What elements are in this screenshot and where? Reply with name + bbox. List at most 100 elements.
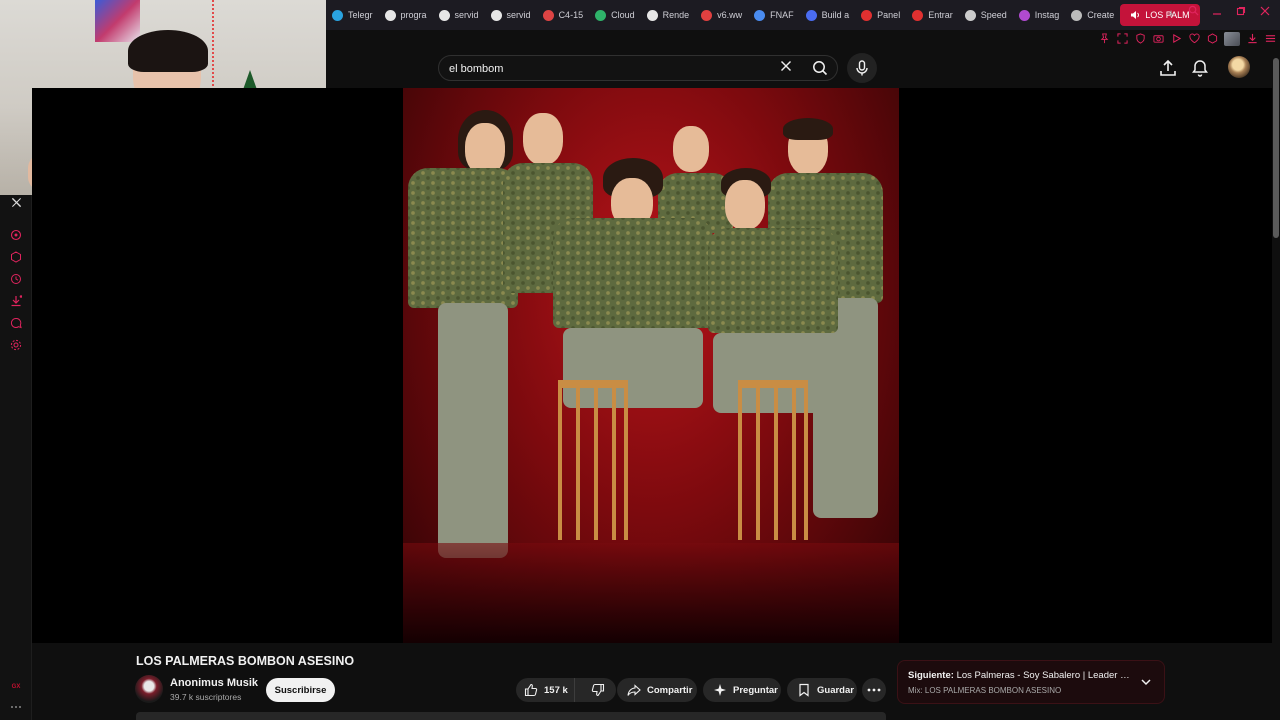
tab-label: Create bbox=[1087, 10, 1115, 20]
up-next-prefix: Siguiente: bbox=[908, 670, 954, 681]
tab-label: C4-15 bbox=[558, 10, 584, 20]
browser-tab[interactable]: progra bbox=[379, 4, 433, 26]
clear-search-icon[interactable] bbox=[777, 59, 795, 77]
heart-icon[interactable] bbox=[1188, 33, 1200, 45]
save-label: Guardar bbox=[817, 684, 854, 696]
menu-icon[interactable] bbox=[1264, 33, 1276, 45]
browser-tab[interactable]: C4-15 bbox=[537, 4, 590, 26]
downloads-icon[interactable] bbox=[9, 295, 23, 309]
browser-tab[interactable]: servid bbox=[485, 4, 537, 26]
user-avatar[interactable] bbox=[1228, 56, 1250, 78]
subscribe-button[interactable]: Suscribirse bbox=[266, 678, 335, 702]
search-tabs-icon[interactable] bbox=[1186, 4, 1200, 22]
screenshot-icon[interactable] bbox=[1116, 33, 1128, 45]
browser-toolbar bbox=[326, 30, 1280, 48]
tab-label: servid bbox=[506, 10, 531, 20]
member-face bbox=[725, 180, 765, 230]
bar-stool bbox=[738, 380, 808, 540]
subscriber-count: 39.7 k suscriptores bbox=[170, 692, 242, 702]
play-icon[interactable] bbox=[1170, 33, 1182, 45]
channel-avatar[interactable] bbox=[135, 675, 163, 703]
new-tab-button[interactable]: + bbox=[1164, 5, 1178, 23]
like-dislike-group: 157 k bbox=[516, 678, 616, 702]
up-next-mix: Mix: LOS PALMERAS BOMBON ASESINO bbox=[908, 686, 1062, 695]
download-icon[interactable] bbox=[1246, 33, 1258, 45]
more-options-icon[interactable] bbox=[9, 700, 23, 714]
tab-favicon-icon bbox=[438, 9, 450, 21]
cube-icon[interactable] bbox=[9, 251, 23, 265]
create-upload-icon[interactable] bbox=[1158, 58, 1178, 78]
scrollbar-thumb[interactable] bbox=[1273, 58, 1279, 238]
settings-gear-icon[interactable] bbox=[9, 339, 23, 353]
browser-tab[interactable]: FNAF bbox=[748, 4, 800, 26]
description-box[interactable] bbox=[136, 712, 886, 720]
tab-label: FNAF bbox=[770, 10, 794, 20]
browser-tab[interactable]: Cloud bbox=[589, 4, 641, 26]
browser-tab[interactable]: Instag bbox=[1013, 4, 1066, 26]
tab-favicon-icon bbox=[595, 9, 607, 21]
ask-button[interactable]: Preguntar bbox=[703, 678, 781, 702]
browser-tab[interactable]: Create bbox=[1065, 4, 1120, 26]
channel-name[interactable]: Anonimus Musik bbox=[170, 677, 258, 689]
player-icon[interactable] bbox=[9, 229, 23, 243]
like-count: 157 k bbox=[544, 684, 568, 696]
video-frame[interactable] bbox=[403, 88, 899, 643]
browser-tab[interactable]: Rende bbox=[641, 4, 696, 26]
tab-label: Build a bbox=[821, 10, 850, 20]
like-button[interactable]: 157 k bbox=[516, 678, 575, 702]
browser-tab[interactable]: Build a bbox=[800, 4, 856, 26]
search-input[interactable] bbox=[449, 60, 769, 77]
tab-favicon-icon bbox=[701, 9, 713, 21]
tab-label: Entrar bbox=[928, 10, 953, 20]
save-button[interactable]: Guardar bbox=[787, 678, 857, 702]
microphone-icon bbox=[856, 60, 868, 76]
more-actions-button[interactable] bbox=[862, 678, 886, 702]
search-button[interactable] bbox=[805, 57, 835, 79]
dislike-button[interactable] bbox=[581, 678, 617, 702]
ask-label: Preguntar bbox=[733, 684, 778, 696]
window-controls bbox=[1186, 4, 1272, 22]
bar-stool bbox=[558, 380, 628, 540]
floor-reflection bbox=[403, 543, 899, 643]
speaker-icon bbox=[1131, 11, 1140, 19]
tab-favicon-icon bbox=[754, 9, 766, 21]
tab-label: Speed bbox=[980, 10, 1007, 20]
shield-icon[interactable] bbox=[1134, 33, 1146, 45]
share-arrow-icon bbox=[627, 684, 641, 696]
extension-icons bbox=[1098, 30, 1276, 48]
page-scrollbar[interactable] bbox=[1272, 48, 1280, 720]
tab-label: Panel bbox=[877, 10, 901, 20]
restore-button[interactable] bbox=[1234, 4, 1248, 22]
tab-favicon-icon bbox=[384, 9, 396, 21]
browser-tab[interactable]: Telegr bbox=[326, 4, 379, 26]
tab-favicon-icon bbox=[805, 9, 817, 21]
gx-logo[interactable]: GX bbox=[9, 680, 23, 694]
browser-tab[interactable]: Entrar bbox=[906, 4, 959, 26]
close-window-button[interactable] bbox=[1258, 4, 1272, 22]
chevron-down-icon[interactable] bbox=[1138, 674, 1154, 690]
twitter-x-icon[interactable] bbox=[9, 197, 23, 211]
share-button[interactable]: Compartir bbox=[617, 678, 697, 702]
notifications-bell-icon[interactable] bbox=[1190, 58, 1210, 78]
browser-tab[interactable]: Panel bbox=[855, 4, 906, 26]
voice-search-button[interactable] bbox=[847, 53, 877, 83]
wall-poster bbox=[95, 0, 140, 42]
extensions-cube-icon[interactable] bbox=[1206, 33, 1218, 45]
chat-icon[interactable] bbox=[9, 317, 23, 331]
history-icon[interactable] bbox=[9, 273, 23, 287]
tab-label: v6.ww bbox=[717, 10, 743, 20]
tab-label: Telegr bbox=[348, 10, 373, 20]
tab-label: servid bbox=[454, 10, 479, 20]
camera-icon[interactable] bbox=[1152, 33, 1164, 45]
browser-tab[interactable]: Speed bbox=[959, 4, 1013, 26]
minimize-button[interactable] bbox=[1210, 4, 1224, 22]
share-label: Compartir bbox=[647, 684, 693, 696]
up-next-card[interactable]: Siguiente: Los Palmeras - Soy Sabalero |… bbox=[897, 660, 1165, 704]
streamer-hair bbox=[128, 30, 208, 72]
profile-thumbnail-icon[interactable] bbox=[1224, 32, 1240, 46]
browser-tab[interactable]: servid bbox=[433, 4, 485, 26]
thumbs-down-icon bbox=[592, 683, 605, 697]
member-face bbox=[523, 113, 563, 165]
pin-icon[interactable] bbox=[1098, 33, 1110, 45]
browser-tab[interactable]: v6.ww bbox=[695, 4, 748, 26]
